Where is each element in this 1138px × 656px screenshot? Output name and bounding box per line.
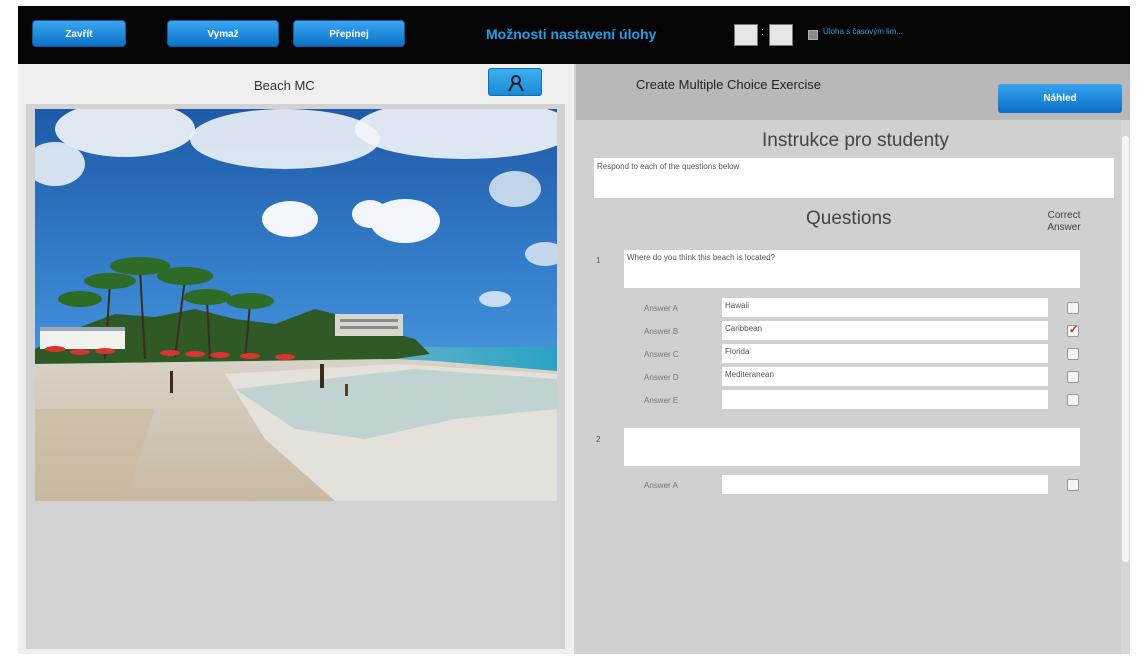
answer-label: Answer B <box>644 327 679 336</box>
media-select-button[interactable] <box>488 68 542 96</box>
switch-button[interactable]: Přepínej <box>293 20 405 47</box>
editor-header: Create Multiple Choice Exercise Náhled <box>576 64 1130 120</box>
correct-answer-checkbox[interactable] <box>1067 348 1079 360</box>
correct-answer-checkbox[interactable] <box>1067 302 1079 314</box>
preview-button[interactable]: Náhled <box>998 84 1122 113</box>
correct-answer-checkbox[interactable] <box>1067 371 1079 383</box>
instructions-heading: Instrukce pro studenty <box>762 130 949 151</box>
correct-answer-checkbox[interactable] <box>1067 394 1079 406</box>
answer-input[interactable] <box>722 390 1048 409</box>
answer-label: Answer D <box>644 373 679 382</box>
editor-form: Instrukce pro studenty Respond to each o… <box>576 120 1121 654</box>
top-toolbar: Zavřít Vymaž Přepínej Možnosti nastavení… <box>18 6 1130 64</box>
media-title: Beach MC <box>254 78 315 93</box>
correct-answer-heading-line2: Answer <box>1047 222 1081 233</box>
answer-input[interactable]: Hawaii <box>722 298 1048 317</box>
person-search-icon <box>508 75 524 92</box>
questions-heading: Questions <box>806 208 892 229</box>
question-text-input[interactable]: Where do you think this beach is located… <box>624 250 1080 288</box>
timed-task-checkbox[interactable] <box>808 30 818 40</box>
answer-input[interactable]: Mediteranean <box>722 367 1048 386</box>
timed-task-label: Úloha s časovým lim... <box>823 27 904 36</box>
editor-scrollbar-thumb[interactable] <box>1122 136 1129 562</box>
correct-answer-heading: Correct Answer <box>1034 210 1094 234</box>
answer-label: Answer A <box>644 481 678 490</box>
time-minutes-input[interactable] <box>734 24 758 46</box>
close-button[interactable]: Zavřít <box>32 20 126 47</box>
answer-input[interactable] <box>722 475 1048 494</box>
correct-answer-checkbox[interactable] <box>1067 323 1079 337</box>
answer-input[interactable]: Caribbean <box>722 321 1048 340</box>
editor-title: Create Multiple Choice Exercise <box>636 77 821 92</box>
correct-answer-checkbox[interactable] <box>1067 479 1079 491</box>
question-number: 2 <box>596 435 601 444</box>
time-separator: : <box>761 26 765 38</box>
answer-label: Answer C <box>644 350 679 359</box>
answer-input[interactable]: Florida <box>722 344 1048 363</box>
delete-button[interactable]: Vymaž <box>167 20 279 47</box>
editor-panel: Create Multiple Choice Exercise Náhled I… <box>576 64 1130 654</box>
app-window: Zavřít Vymaž Přepínej Možnosti nastavení… <box>18 6 1130 654</box>
beach-photo <box>35 109 557 501</box>
media-preview-area <box>26 104 565 649</box>
settings-title: Možnosti nastavení úlohy <box>486 26 657 42</box>
answer-label: Answer E <box>644 396 679 405</box>
answer-label: Answer A <box>644 304 678 313</box>
time-seconds-input[interactable] <box>769 24 793 46</box>
media-panel: Beach MC <box>18 64 574 654</box>
correct-answer-heading-line1: Correct <box>1047 210 1081 221</box>
question-number: 1 <box>596 256 601 265</box>
question-text-input[interactable] <box>624 428 1080 466</box>
instructions-input[interactable]: Respond to each of the questions below <box>594 158 1114 198</box>
